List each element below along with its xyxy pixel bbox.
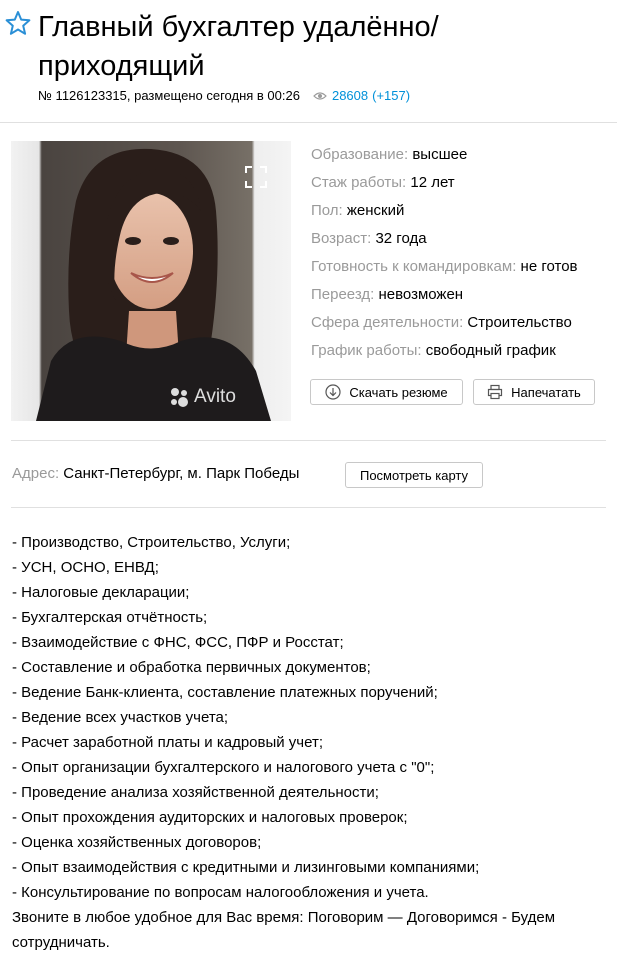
resume-params: Образование: высшее Стаж работы: 12 лет … (311, 141, 611, 365)
views-delta-link[interactable]: (+157) (372, 88, 410, 103)
avito-watermark-text: Avito (194, 386, 236, 407)
description-line: - Взаимодействие с ФНС, ФСС, ПФР и Росст… (12, 634, 344, 651)
description-line: - Ведение всех участков учета; (12, 709, 229, 726)
param-field: Сфера деятельности: Строительство (311, 314, 572, 331)
description-line: - УСН, ОСНО, ЕНВД; (12, 559, 159, 576)
print-label: Напечатать (511, 384, 581, 400)
view-map-label: Посмотреть карту (359, 467, 469, 483)
address-label: Адрес: (12, 465, 60, 482)
avito-logo-icon (171, 388, 188, 407)
description-line: - Консультирование по вопросам налогообл… (12, 884, 429, 901)
divider (0, 122, 617, 123)
print-button[interactable]: Напечатать (473, 379, 595, 405)
description-line: - Опыт взаимодействия с кредитными и лиз… (12, 859, 480, 876)
param-relocation: Переезд: невозможен (311, 286, 464, 303)
resume-photo[interactable]: Avito (11, 141, 291, 421)
views-total-link[interactable]: 28608 (332, 88, 368, 103)
eye-icon (313, 91, 327, 100)
description-line: - Расчет заработной платы и кадровый уче… (12, 734, 324, 751)
address: Адрес: Санкт-Петербург, м. Парк Победы (12, 465, 299, 482)
param-experience: Стаж работы: 12 лет (311, 174, 455, 191)
ad-meta: № 1126123315, размещено сегодня в 00:26 … (38, 88, 410, 103)
param-education: Образование: высшее (311, 146, 468, 163)
download-icon (325, 384, 341, 400)
divider (11, 507, 606, 508)
description-line: - Оценка хозяйственных договоров; (12, 834, 262, 851)
param-business-trips: Готовность к командировкам: не готов (311, 258, 578, 275)
avito-watermark: Avito (168, 386, 236, 408)
description-line: - Составление и обработка первичных доку… (12, 659, 371, 676)
param-gender: Пол: женский (311, 202, 405, 219)
view-map-button[interactable]: Посмотреть карту (345, 462, 483, 488)
resume-description: - Производство, Строительство, Услуги; -… (12, 530, 610, 953)
description-line: - Проведение анализа хозяйственной деяте… (12, 784, 379, 801)
description-line: - Опыт организации бухгалтерского и нало… (12, 759, 435, 776)
download-resume-button[interactable]: Скачать резюме (310, 379, 463, 405)
download-resume-label: Скачать резюме (349, 384, 448, 400)
print-icon (488, 384, 503, 400)
description-line: - Бухгалтерская отчётность; (12, 609, 208, 626)
address-value: Санкт-Петербург, м. Парк Победы (63, 465, 300, 482)
param-schedule: График работы: свободный график (311, 342, 556, 359)
favorite-star-icon[interactable] (5, 10, 31, 36)
ad-number: № 1126123315, размещено сегодня в 00:26 (38, 88, 300, 103)
param-age: Возраст: 32 года (311, 230, 427, 247)
description-line: - Ведение Банк-клиента, составление плат… (12, 684, 438, 701)
divider (11, 440, 606, 441)
page-title: Главный бухгалтер удалённо/ приходящий (38, 11, 439, 82)
expand-icon[interactable] (245, 166, 267, 188)
description-line: - Производство, Строительство, Услуги; (12, 534, 291, 551)
description-closing: Звоните в любое удобное для Вас время: П… (12, 909, 556, 951)
description-line: - Налоговые декларации; (12, 584, 190, 601)
description-line: - Опыт прохождения аудиторских и налогов… (12, 809, 408, 826)
